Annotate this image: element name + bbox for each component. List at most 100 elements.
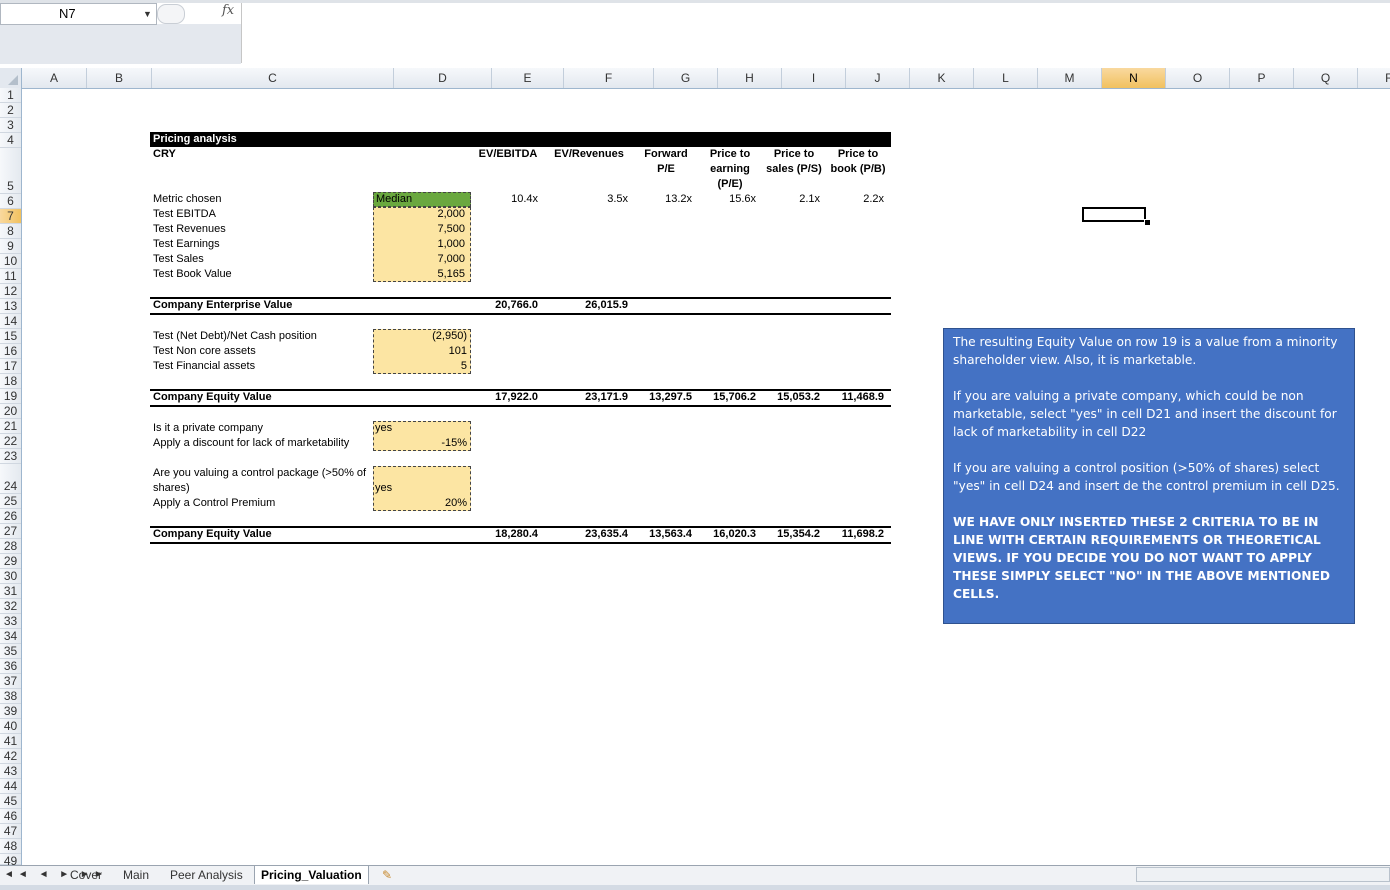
row-header[interactable]: 41: [0, 734, 21, 749]
row-header[interactable]: 25: [0, 494, 21, 509]
row-header[interactable]: 6: [0, 194, 21, 209]
row-header[interactable]: 22: [0, 434, 21, 449]
row-header[interactable]: 19: [0, 389, 21, 404]
column-header[interactable]: M: [1038, 68, 1102, 88]
row-header[interactable]: 20: [0, 404, 21, 419]
tab-cover[interactable]: Cover: [64, 866, 108, 884]
column-header[interactable]: P: [1230, 68, 1294, 88]
premium-value[interactable]: 20%: [375, 497, 467, 509]
row-header[interactable]: 1: [0, 88, 21, 103]
row-header[interactable]: 5: [0, 148, 21, 194]
row-header[interactable]: 17: [0, 359, 21, 374]
row-header[interactable]: 29: [0, 554, 21, 569]
private-value[interactable]: yes: [375, 422, 392, 434]
note-textbox[interactable]: The resulting Equity Value on row 19 is …: [943, 328, 1355, 624]
row-header[interactable]: 14: [0, 314, 21, 329]
row-header[interactable]: 2: [0, 103, 21, 118]
input-value[interactable]: 5,165: [375, 268, 465, 280]
row-header[interactable]: 35: [0, 644, 21, 659]
metric-chosen-input[interactable]: Median: [373, 192, 471, 207]
input-value[interactable]: 1,000: [375, 238, 465, 250]
row-header[interactable]: 12: [0, 284, 21, 299]
column-header[interactable]: E: [492, 68, 564, 88]
horizontal-scrollbar[interactable]: [1136, 867, 1390, 882]
fill-handle[interactable]: [1144, 219, 1151, 226]
column-header[interactable]: H: [718, 68, 782, 88]
column-header[interactable]: B: [87, 68, 152, 88]
input-label: Test Earnings: [153, 238, 220, 250]
row-header[interactable]: 34: [0, 629, 21, 644]
sheet-title: Pricing analysis: [153, 133, 237, 145]
column-header[interactable]: A: [22, 68, 87, 88]
tab-pricing-valuation[interactable]: Pricing_Valuation: [254, 866, 369, 884]
formula-cancel-icon[interactable]: [157, 4, 185, 24]
row-header[interactable]: 8: [0, 224, 21, 239]
column-header[interactable]: F: [564, 68, 654, 88]
row-header[interactable]: 9: [0, 239, 21, 254]
row-header[interactable]: 23: [0, 449, 21, 464]
input-value[interactable]: 7,000: [375, 253, 465, 265]
row-header[interactable]: 37: [0, 674, 21, 689]
row-header[interactable]: 11: [0, 269, 21, 284]
adjustment-value[interactable]: (2,950): [375, 330, 467, 342]
row-header[interactable]: 43: [0, 764, 21, 779]
insert-function-icon[interactable]: fx: [222, 3, 234, 18]
column-header[interactable]: O: [1166, 68, 1230, 88]
row-header[interactable]: 46: [0, 809, 21, 824]
input-value[interactable]: 2,000: [375, 208, 465, 220]
note-paragraph: If you are valuing a control position (>…: [953, 461, 1340, 493]
status-bar: [0, 885, 1390, 890]
row-header[interactable]: 15: [0, 329, 21, 344]
adjustment-value[interactable]: 5: [375, 360, 467, 372]
tab-peer-analysis[interactable]: Peer Analysis: [164, 866, 249, 884]
row-header[interactable]: 18: [0, 374, 21, 389]
row-header[interactable]: 39: [0, 704, 21, 719]
row-header[interactable]: 32: [0, 599, 21, 614]
column-header[interactable]: C: [152, 68, 394, 88]
column-header[interactable]: I: [782, 68, 846, 88]
column-header[interactable]: L: [974, 68, 1038, 88]
row-header[interactable]: 21: [0, 419, 21, 434]
row-header[interactable]: 10: [0, 254, 21, 269]
adjustment-value[interactable]: 101: [375, 345, 467, 357]
active-cell[interactable]: [1082, 207, 1146, 222]
header-pb-2: book (P/B): [830, 163, 886, 175]
discount-value[interactable]: -15%: [375, 437, 467, 449]
column-header[interactable]: D: [394, 68, 492, 88]
chevron-down-icon[interactable]: ▼: [143, 4, 152, 24]
column-header[interactable]: Q: [1294, 68, 1358, 88]
insert-sheet-icon[interactable]: ✎: [382, 866, 402, 884]
column-header[interactable]: G: [654, 68, 718, 88]
row-header[interactable]: 45: [0, 794, 21, 809]
row-header[interactable]: 27: [0, 524, 21, 539]
tab-main[interactable]: Main: [117, 866, 155, 884]
column-header[interactable]: R: [1358, 68, 1390, 88]
row-header[interactable]: 36: [0, 659, 21, 674]
input-value[interactable]: 7,500: [375, 223, 465, 235]
row-header[interactable]: 40: [0, 719, 21, 734]
adjustment-label: Test (Net Debt)/Net Cash position: [153, 330, 317, 342]
row-header[interactable]: 4: [0, 133, 21, 148]
row-header[interactable]: 38: [0, 689, 21, 704]
column-header[interactable]: K: [910, 68, 974, 88]
column-header[interactable]: J: [846, 68, 910, 88]
equity-bottom-border: [150, 405, 891, 407]
row-header[interactable]: 48: [0, 839, 21, 854]
row-header[interactable]: 42: [0, 749, 21, 764]
row-header[interactable]: 13: [0, 299, 21, 314]
row-header[interactable]: 49: [0, 854, 21, 868]
row-header[interactable]: 44: [0, 779, 21, 794]
column-header[interactable]: N: [1102, 68, 1166, 88]
control-value[interactable]: yes: [375, 482, 392, 494]
row-header[interactable]: 26: [0, 509, 21, 524]
row-header[interactable]: 47: [0, 824, 21, 839]
row-header[interactable]: 30: [0, 569, 21, 584]
row-header[interactable]: 7: [0, 209, 21, 224]
row-header[interactable]: 16: [0, 344, 21, 359]
row-header[interactable]: 24: [0, 464, 21, 494]
row-header[interactable]: 3: [0, 118, 21, 133]
name-box[interactable]: N7 ▼: [0, 3, 157, 25]
row-header[interactable]: 28: [0, 539, 21, 554]
row-header[interactable]: 31: [0, 584, 21, 599]
row-header[interactable]: 33: [0, 614, 21, 629]
